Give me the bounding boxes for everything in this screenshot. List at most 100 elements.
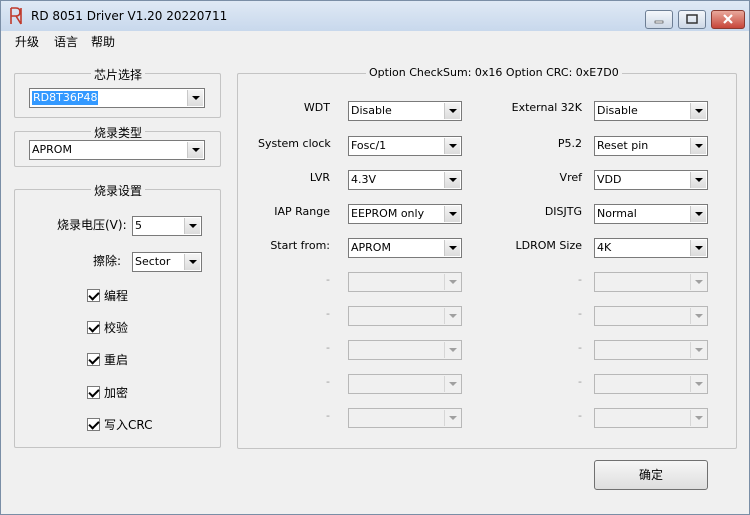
empty-option-label: - bbox=[578, 341, 582, 354]
chevron-down-icon bbox=[444, 172, 460, 188]
restart-checkbox[interactable] bbox=[87, 353, 100, 366]
external-32k-value: Disable bbox=[597, 104, 638, 117]
burn-settings-group: 烧录设置 烧录电压(V): 5 擦除: Sector 编程 校验 重启 加密 写… bbox=[14, 182, 221, 448]
confirm-button[interactable]: 确定 bbox=[594, 460, 708, 490]
start-from-label: Start from: bbox=[270, 239, 330, 252]
ldrom-size-value: 4K bbox=[597, 241, 612, 254]
vref-value: VDD bbox=[597, 173, 622, 186]
iap-range-label: IAP Range bbox=[274, 205, 330, 218]
iap-range-value: EEPROM only bbox=[351, 207, 425, 220]
minimize-button[interactable] bbox=[645, 10, 673, 29]
wdt-label: WDT bbox=[303, 101, 330, 114]
p52-label: P5.2 bbox=[557, 137, 582, 150]
disabled-dropdown bbox=[348, 272, 462, 292]
chevron-down-icon bbox=[444, 103, 460, 119]
empty-option-label: - bbox=[326, 375, 330, 388]
menu-upgrade[interactable]: 升级 bbox=[15, 33, 39, 50]
empty-option-label: - bbox=[578, 409, 582, 422]
empty-option-label: - bbox=[326, 307, 330, 320]
chevron-down-icon bbox=[690, 308, 706, 324]
burn-type-group: 烧录类型 APROM bbox=[14, 124, 221, 167]
vref-dropdown[interactable]: VDD bbox=[594, 170, 708, 190]
burn-type-title: 烧录类型 bbox=[91, 124, 146, 141]
disabled-dropdown bbox=[348, 340, 462, 360]
disabled-dropdown bbox=[594, 408, 708, 428]
lvr-label: LVR bbox=[309, 171, 330, 184]
chevron-down-icon bbox=[690, 274, 706, 290]
chevron-down-icon bbox=[444, 138, 460, 154]
close-icon bbox=[723, 14, 733, 24]
disjtg-label: DISJTG bbox=[544, 205, 582, 218]
erase-dropdown[interactable]: Sector bbox=[132, 252, 202, 272]
write-crc-checkbox[interactable] bbox=[87, 418, 100, 431]
erase-label: 擦除: bbox=[93, 254, 122, 268]
wdt-dropdown[interactable]: Disable bbox=[348, 101, 462, 121]
system-clock-value: Fosc/1 bbox=[351, 139, 387, 152]
chip-select-group: 芯片选择 RD8T36P48 bbox=[14, 66, 221, 118]
chevron-down-icon bbox=[187, 142, 203, 158]
wdt-value: Disable bbox=[351, 104, 392, 117]
close-button[interactable] bbox=[711, 10, 745, 29]
p52-dropdown[interactable]: Reset pin bbox=[594, 136, 708, 156]
disabled-dropdown bbox=[348, 374, 462, 394]
disabled-dropdown bbox=[594, 306, 708, 326]
disabled-dropdown bbox=[348, 408, 462, 428]
chip-select-title: 芯片选择 bbox=[91, 66, 146, 83]
empty-option-label: - bbox=[326, 341, 330, 354]
ldrom-size-dropdown[interactable]: 4K bbox=[594, 238, 708, 258]
program-checkbox[interactable] bbox=[87, 289, 100, 302]
verify-label: 校验 bbox=[104, 321, 129, 335]
chevron-down-icon bbox=[690, 410, 706, 426]
vref-label: Vref bbox=[559, 171, 582, 184]
start-from-dropdown[interactable]: APROM bbox=[348, 238, 462, 258]
chevron-down-icon bbox=[444, 376, 460, 392]
voltage-label: 烧录电压(V): bbox=[57, 218, 127, 232]
menu-help[interactable]: 帮助 bbox=[91, 33, 115, 50]
empty-option-label: - bbox=[578, 307, 582, 320]
chevron-down-icon bbox=[444, 274, 460, 290]
ldrom-size-label: LDROM Size bbox=[515, 239, 582, 252]
maximize-button[interactable] bbox=[678, 10, 706, 29]
verify-checkbox[interactable] bbox=[87, 321, 100, 334]
chevron-down-icon bbox=[444, 410, 460, 426]
erase-value: Sector bbox=[135, 255, 171, 268]
chip-select-dropdown[interactable]: RD8T36P48 bbox=[29, 88, 205, 108]
disjtg-value: Normal bbox=[597, 207, 637, 220]
chevron-down-icon bbox=[444, 308, 460, 324]
lvr-dropdown[interactable]: 4.3V bbox=[348, 170, 462, 190]
lvr-value: 4.3V bbox=[351, 173, 377, 186]
encrypt-label: 加密 bbox=[104, 386, 129, 400]
external-32k-dropdown[interactable]: Disable bbox=[594, 101, 708, 121]
empty-option-label: - bbox=[326, 409, 330, 422]
menu-language[interactable]: 语言 bbox=[54, 33, 78, 50]
maximize-icon bbox=[686, 14, 698, 24]
disabled-dropdown bbox=[348, 306, 462, 326]
chevron-down-icon bbox=[690, 206, 706, 222]
system-clock-dropdown[interactable]: Fosc/1 bbox=[348, 136, 462, 156]
burn-type-dropdown[interactable]: APROM bbox=[29, 140, 205, 160]
program-label: 编程 bbox=[104, 289, 129, 303]
iap-range-dropdown[interactable]: EEPROM only bbox=[348, 204, 462, 224]
chevron-down-icon bbox=[444, 342, 460, 358]
chevron-down-icon bbox=[444, 206, 460, 222]
chevron-down-icon bbox=[184, 254, 200, 270]
chevron-down-icon bbox=[690, 342, 706, 358]
menu-bar: 升级 语言 帮助 bbox=[1, 31, 749, 51]
app-window: RD 8051 Driver V1.20 20220711 升级 语言 帮助 芯… bbox=[0, 0, 750, 515]
encrypt-checkbox[interactable] bbox=[87, 386, 100, 399]
burn-settings-title: 烧录设置 bbox=[91, 182, 146, 199]
empty-option-label: - bbox=[578, 273, 582, 286]
restart-label: 重启 bbox=[104, 353, 129, 367]
external-32k-label: External 32K bbox=[511, 101, 582, 114]
disjtg-dropdown[interactable]: Normal bbox=[594, 204, 708, 224]
voltage-dropdown[interactable]: 5 bbox=[132, 216, 202, 236]
chevron-down-icon bbox=[187, 90, 203, 106]
disabled-dropdown bbox=[594, 374, 708, 394]
chevron-down-icon bbox=[690, 103, 706, 119]
minimize-icon bbox=[654, 20, 664, 24]
chevron-down-icon bbox=[690, 172, 706, 188]
chevron-down-icon bbox=[184, 218, 200, 234]
title-bar[interactable]: RD 8051 Driver V1.20 20220711 bbox=[1, 1, 749, 31]
chevron-down-icon bbox=[444, 240, 460, 256]
chevron-down-icon bbox=[690, 138, 706, 154]
